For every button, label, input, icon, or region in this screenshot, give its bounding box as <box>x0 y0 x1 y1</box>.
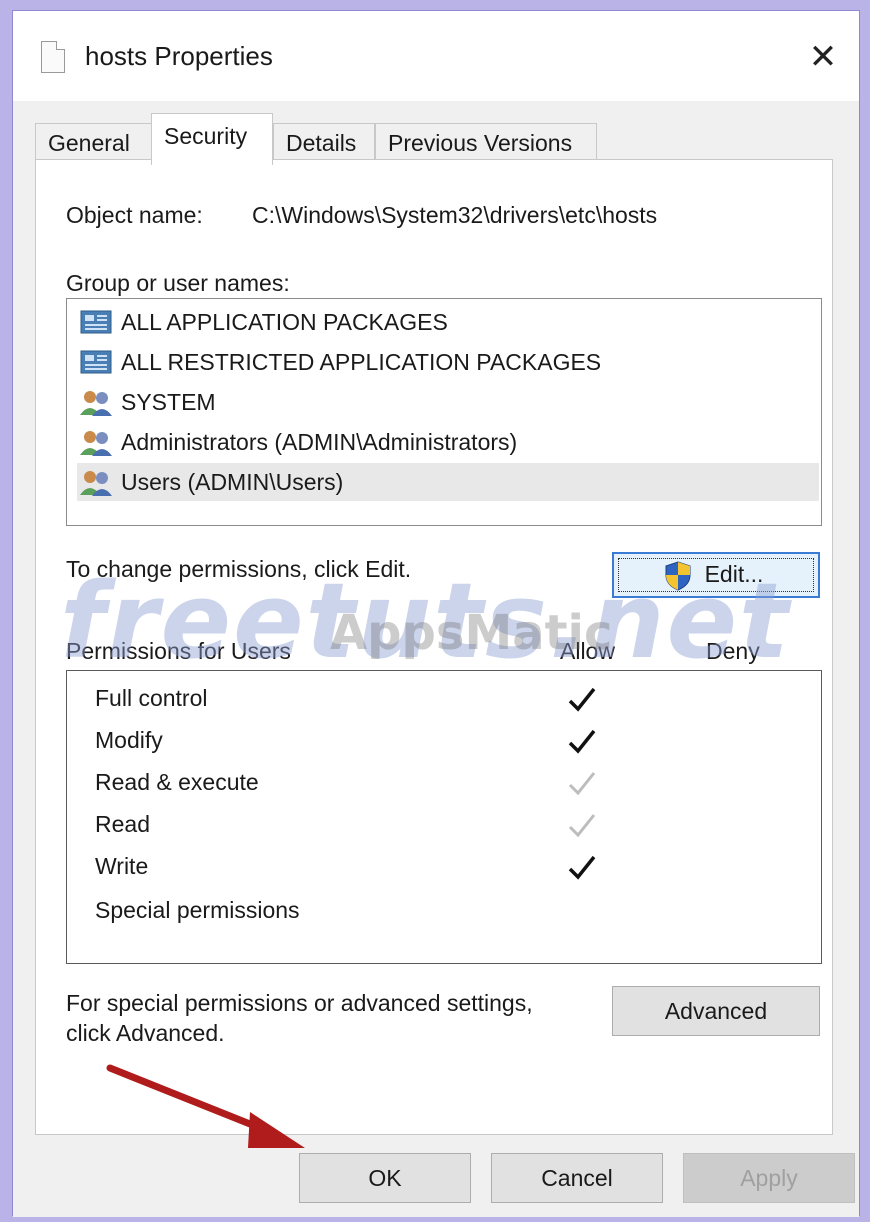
uac-shield-icon <box>665 561 691 591</box>
security-panel: Object name: C:\Windows\System32\drivers… <box>35 159 833 1135</box>
permission-name: Read <box>95 811 150 837</box>
deny-column-header: Deny <box>706 638 760 664</box>
users-group-icon <box>80 431 112 456</box>
window-title: hosts Properties <box>85 41 273 71</box>
permissions-list: Full control Modify Read & execute Read … <box>66 670 822 964</box>
permission-row: Modify <box>67 721 821 763</box>
permission-name: Read & execute <box>95 769 259 795</box>
list-item-users[interactable]: Users (ADMIN\Users) <box>77 463 819 501</box>
list-item-all-application-packages[interactable]: ALL APPLICATION PACKAGES <box>77 303 819 341</box>
permission-name: Modify <box>95 727 163 753</box>
allow-column-header: Allow <box>560 638 615 664</box>
group-user-list[interactable]: ALL APPLICATION PACKAGES ALL RESTRICTED … <box>66 298 822 526</box>
advanced-button[interactable]: Advanced <box>612 986 820 1036</box>
permission-name: Full control <box>95 685 208 711</box>
users-group-icon <box>80 391 112 416</box>
users-group-icon <box>80 471 112 496</box>
advanced-hint-line2: click Advanced. <box>66 1020 225 1046</box>
permission-row: Full control <box>67 679 821 721</box>
tab-general[interactable]: General <box>35 123 153 163</box>
object-name-label: Object name: <box>66 202 203 228</box>
group-label: ALL RESTRICTED APPLICATION PACKAGES <box>121 349 602 375</box>
properties-dialog: hosts Properties ✕ General Security Deta… <box>12 10 860 1217</box>
dialog-body: General Security Details Previous Versio… <box>13 101 859 1217</box>
object-name-value: C:\Windows\System32\drivers\etc\hosts <box>252 202 658 228</box>
permissions-for-label: Permissions for Users <box>66 638 291 664</box>
tab-details[interactable]: Details <box>273 123 375 163</box>
group-names-label: Group or user names: <box>66 270 290 296</box>
title-bar: hosts Properties ✕ <box>13 11 859 101</box>
permission-row: Read <box>67 805 821 847</box>
edit-button-label: Edit... <box>704 561 764 587</box>
app-packages-icon <box>80 310 112 334</box>
inherited-check-icon <box>568 814 596 838</box>
file-icon <box>41 41 65 73</box>
group-label: Users (ADMIN\Users) <box>121 469 344 495</box>
advanced-hint-line1: For special permissions or advanced sett… <box>66 990 533 1016</box>
permission-name: Write <box>95 853 149 879</box>
change-permissions-hint: To change permissions, click Edit. <box>66 556 412 582</box>
permission-row: Write <box>67 847 821 889</box>
group-label: ALL APPLICATION PACKAGES <box>121 309 448 335</box>
permission-row: Read & execute <box>67 763 821 805</box>
inherited-check-icon <box>568 772 596 796</box>
list-item-system[interactable]: SYSTEM <box>77 383 819 421</box>
edit-button[interactable]: Edit... <box>612 552 820 598</box>
check-icon <box>568 855 596 880</box>
permission-name: Special permissions <box>95 897 300 923</box>
close-button[interactable]: ✕ <box>801 35 845 79</box>
permission-row: Special permissions <box>67 891 821 933</box>
tab-security[interactable]: Security <box>151 113 273 165</box>
group-label: Administrators (ADMIN\Administrators) <box>121 429 518 455</box>
list-item-all-restricted-application-packages[interactable]: ALL RESTRICTED APPLICATION PACKAGES <box>77 343 819 381</box>
group-label: SYSTEM <box>121 389 216 415</box>
list-item-administrators[interactable]: Administrators (ADMIN\Administrators) <box>77 423 819 461</box>
apply-button[interactable]: Apply <box>683 1153 855 1203</box>
tab-previous-versions[interactable]: Previous Versions <box>375 123 597 163</box>
check-icon <box>568 687 596 712</box>
cancel-button[interactable]: Cancel <box>491 1153 663 1203</box>
check-icon <box>568 729 596 754</box>
close-icon: ✕ <box>808 38 838 76</box>
app-packages-icon <box>80 350 112 374</box>
ok-button[interactable]: OK <box>299 1153 471 1203</box>
